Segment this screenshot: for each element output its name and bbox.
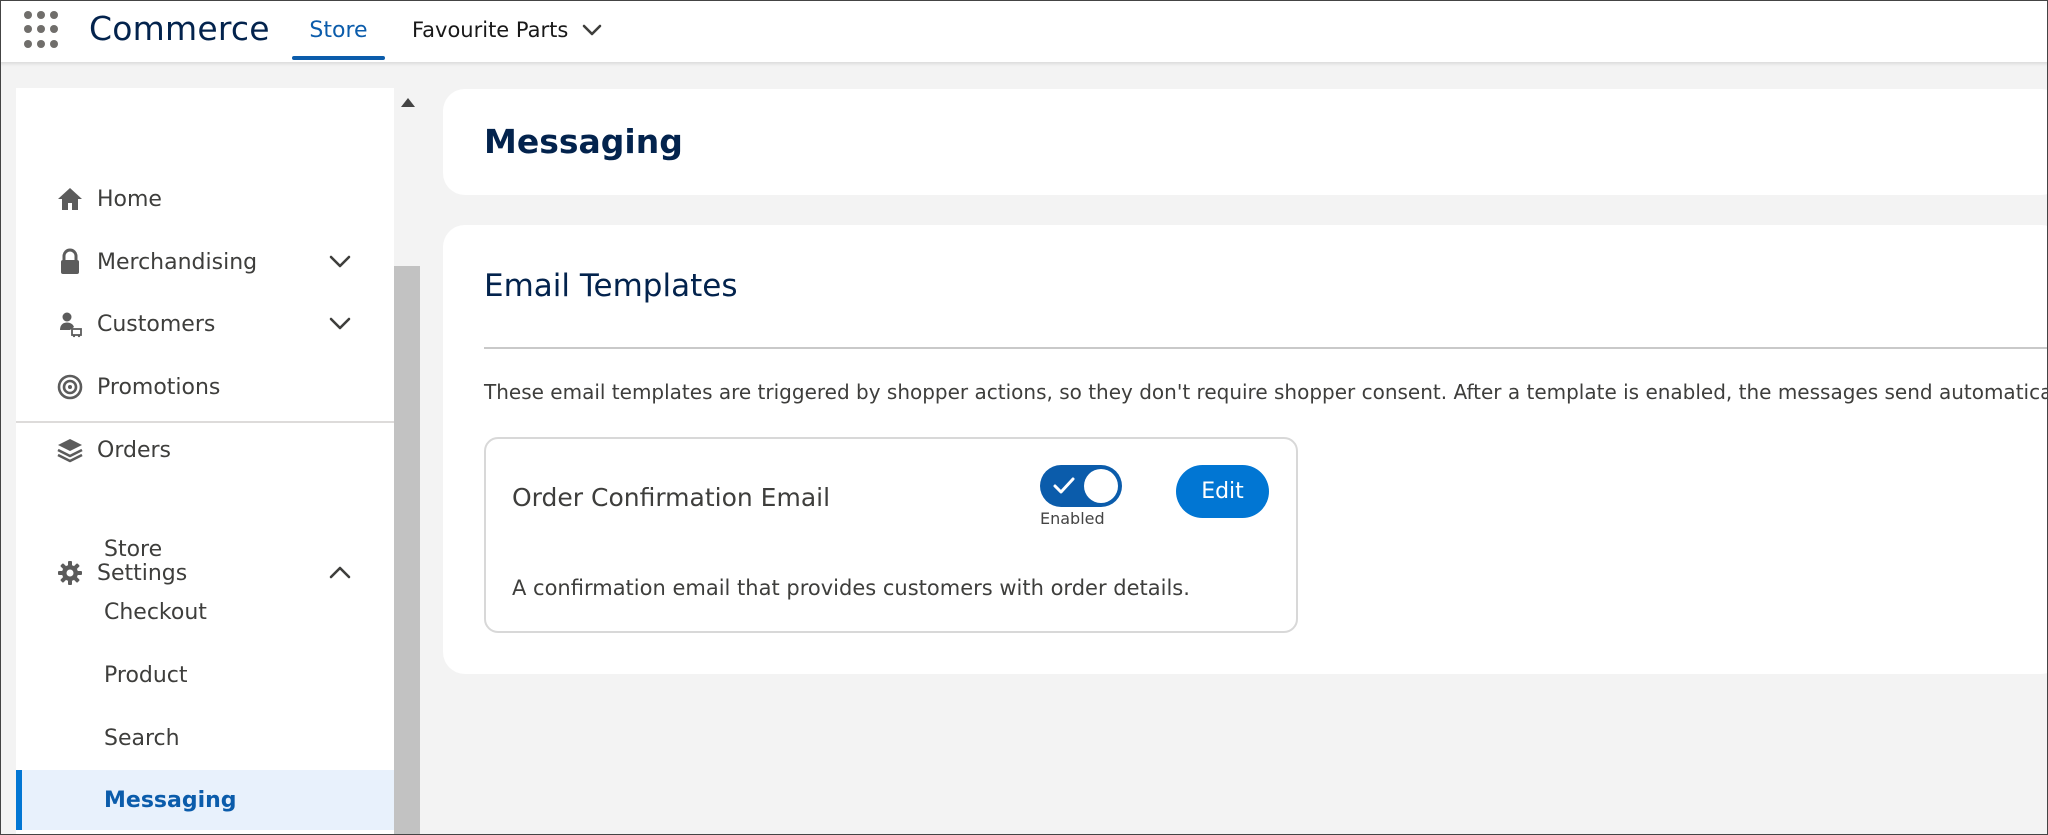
stack-icon — [57, 439, 83, 463]
sidebar-subitem-store[interactable]: Store — [16, 519, 394, 579]
tab-store[interactable]: Store — [292, 0, 385, 60]
tab-favourite-parts-label: Favourite Parts — [412, 18, 569, 42]
target-icon — [57, 374, 83, 400]
active-item-indicator — [16, 770, 22, 830]
sidebar-item-home[interactable]: Home — [16, 173, 394, 225]
edit-button[interactable]: Edit — [1176, 465, 1269, 518]
sidebar-subitem-label: Checkout — [104, 599, 207, 625]
sidebar-item-label: Customers — [97, 311, 216, 337]
sidebar-item-orders[interactable]: Orders — [16, 424, 394, 476]
sidebar-subitem-label: Search — [104, 725, 180, 751]
chevron-down-icon[interactable] — [578, 16, 606, 44]
page-header-card — [443, 89, 2048, 195]
page-title: Messaging — [484, 122, 683, 161]
sidebar-item-merchandising[interactable]: Merchandising — [16, 236, 394, 288]
sidebar-item-promotions[interactable]: Promotions — [16, 361, 394, 413]
scroll-up-arrow-icon[interactable] — [401, 98, 415, 107]
toggle-knob — [1084, 469, 1118, 503]
tab-favourite-parts[interactable]: Favourite Parts — [412, 0, 568, 60]
sidebar-subitem-label: Store — [104, 536, 163, 562]
sidebar: Home Merchandising Customers Promotions … — [16, 88, 394, 835]
active-tab-indicator — [292, 56, 385, 60]
chevron-down-icon[interactable] — [326, 310, 354, 338]
global-header: Commerce Store Favourite Parts — [0, 0, 2048, 62]
checkmark-icon — [1053, 477, 1075, 494]
sidebar-item-label: Orders — [97, 437, 171, 463]
sidebar-subitem-messaging[interactable]: Messaging — [16, 770, 394, 830]
toggle-status-label: Enabled — [1040, 509, 1105, 528]
sidebar-subitem-product[interactable]: Product — [16, 645, 394, 705]
app-name: Commerce — [89, 9, 270, 48]
sidebar-subitem-search[interactable]: Search — [16, 708, 394, 768]
template-name: Order Confirmation Email — [512, 483, 831, 512]
sidebar-divider — [16, 421, 394, 423]
section-title: Email Templates — [484, 268, 738, 304]
template-enabled-toggle[interactable] — [1040, 465, 1122, 507]
sidebar-item-label: Home — [97, 186, 162, 212]
sidebar-item-customers[interactable]: Customers — [16, 298, 394, 350]
tab-store-label: Store — [309, 17, 368, 43]
sidebar-subitem-checkout[interactable]: Checkout — [16, 582, 394, 642]
section-divider — [484, 347, 2048, 349]
section-description: These email templates are triggered by s… — [484, 380, 2048, 404]
sidebar-subitem-label: Product — [104, 662, 188, 688]
sidebar-item-label: Promotions — [97, 374, 221, 400]
chevron-down-icon[interactable] — [326, 248, 354, 276]
sidebar-item-label: Merchandising — [97, 249, 258, 275]
app-launcher-icon[interactable] — [22, 10, 62, 50]
email-template-card — [484, 437, 1298, 633]
customers-icon — [60, 312, 82, 338]
template-description: A confirmation email that provides custo… — [512, 576, 1190, 600]
sidebar-scrollbar-thumb[interactable] — [394, 266, 420, 835]
home-icon — [58, 188, 82, 210]
sidebar-subitem-label: Messaging — [104, 787, 237, 813]
lock-icon — [61, 248, 79, 274]
